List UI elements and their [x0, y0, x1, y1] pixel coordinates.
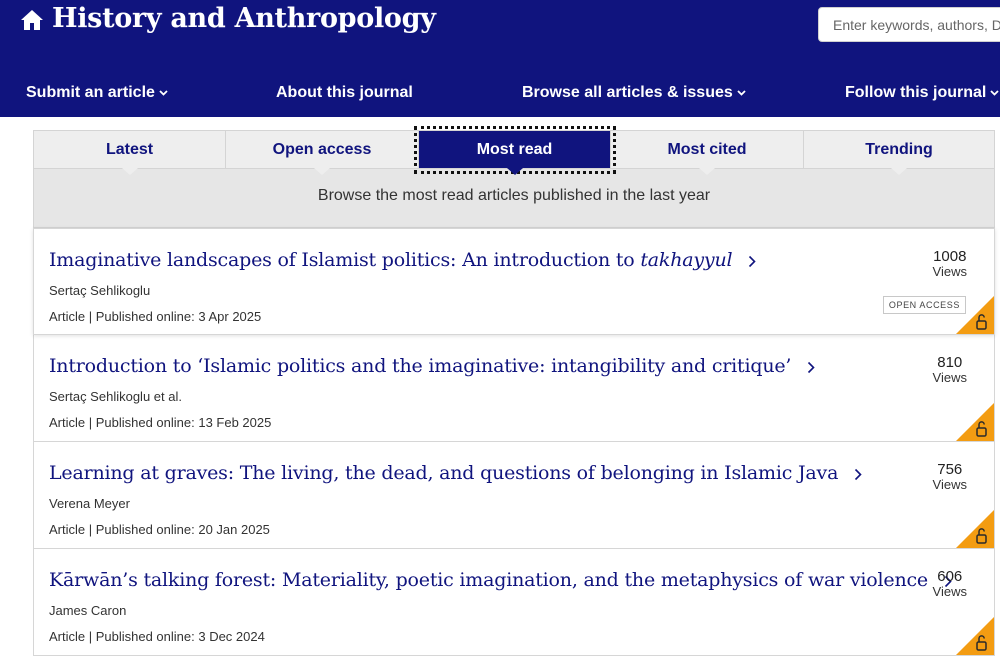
article-title-text: Kārwān’s talking forest: Materiality, po… — [49, 569, 928, 591]
article-author[interactable]: Sertaç Sehlikoglu — [49, 283, 150, 298]
article-title-link[interactable]: Introduction to ‘Islamic politics and th… — [49, 355, 815, 377]
main-nav: Submit an article About this journal Bro… — [0, 84, 1000, 110]
open-access-lock-icon — [956, 403, 994, 441]
views-counter: 756 Views — [932, 461, 967, 492]
views-count: 756 — [937, 461, 963, 478]
article-author[interactable]: Verena Meyer — [49, 496, 130, 511]
nav-item-label: Browse all articles & issues — [522, 84, 733, 101]
open-access-lock-icon — [956, 510, 994, 548]
journal-title[interactable]: History and Anthropology — [52, 3, 436, 34]
search-box[interactable] — [818, 7, 1000, 42]
views-counter: 606 Views — [932, 568, 967, 599]
tab-most-read[interactable]: Most read — [414, 126, 616, 175]
chevron-down-icon — [990, 90, 999, 96]
views-count: 606 — [937, 568, 963, 585]
site-header: History and Anthropology Submit an artic… — [0, 0, 1000, 117]
article-tabs-panel: Latest Open access Most read Most cited … — [33, 126, 995, 228]
list-item: Imaginative landscapes of Islamist polit… — [33, 228, 995, 335]
tab-notch — [699, 168, 715, 175]
views-label: Views — [932, 264, 967, 279]
views-count: 810 — [937, 354, 963, 371]
tab-label: Most read — [476, 140, 553, 158]
list-item: Kārwān’s talking forest: Materiality, po… — [33, 549, 995, 656]
chevron-right-icon — [854, 468, 862, 480]
home-icon[interactable] — [20, 9, 44, 31]
list-item: Introduction to ‘Islamic politics and th… — [33, 335, 995, 442]
tab-label: Open access — [272, 140, 372, 158]
article-author[interactable]: Sertaç Sehlikoglu et al. — [49, 389, 182, 404]
views-count: 1008 — [933, 248, 967, 265]
nav-follow-journal[interactable]: Follow this journal — [845, 84, 999, 102]
tab-notch — [121, 168, 138, 175]
article-title-link[interactable]: Imaginative landscapes of Islamist polit… — [49, 249, 756, 271]
tab-notch — [314, 168, 330, 175]
tab-label: Most cited — [667, 140, 747, 158]
open-access-lock-icon — [956, 296, 994, 334]
nav-submit-article[interactable]: Submit an article — [26, 84, 168, 102]
views-counter: 1008 Views — [932, 248, 967, 279]
views-label: Views — [932, 370, 967, 385]
journal-brand[interactable]: History and Anthropology — [20, 3, 436, 34]
tab-label: Trending — [865, 140, 933, 158]
chevron-down-icon — [159, 90, 168, 96]
article-meta: Article | Published online: 3 Apr 2025 — [49, 309, 262, 324]
tab-description: Browse the most read articles published … — [317, 187, 711, 204]
open-access-lock-icon — [956, 617, 994, 655]
nav-item-label: Follow this journal — [845, 84, 987, 101]
tab-latest[interactable]: Latest — [34, 131, 226, 175]
nav-item-label: Submit an article — [26, 84, 155, 101]
tab-trending[interactable]: Trending — [804, 131, 994, 175]
article-author[interactable]: James Caron — [49, 603, 126, 618]
list-item: Learning at graves: The living, the dead… — [33, 442, 995, 549]
tab-notch — [506, 168, 523, 175]
chevron-right-icon — [808, 361, 815, 373]
tab-label: Latest — [105, 140, 154, 158]
tab-open-access[interactable]: Open access — [226, 131, 419, 175]
article-meta: Article | Published online: 20 Jan 2025 — [49, 522, 270, 537]
views-label: Views — [932, 477, 967, 492]
article-meta: Article | Published online: 3 Dec 2024 — [49, 629, 265, 644]
nav-about-journal[interactable]: About this journal — [276, 84, 413, 102]
chevron-right-icon — [749, 255, 756, 267]
article-title-italic: takhayyul — [640, 249, 733, 271]
article-title-link[interactable]: Learning at graves: The living, the dead… — [49, 462, 862, 484]
tab-most-cited[interactable]: Most cited — [611, 131, 804, 175]
views-label: Views — [932, 584, 967, 599]
article-title-text: Learning at graves: The living, the dead… — [49, 462, 839, 484]
article-list: Imaginative landscapes of Islamist polit… — [33, 228, 995, 656]
nav-item-label: About this journal — [276, 84, 413, 101]
chevron-down-icon — [737, 90, 746, 96]
nav-browse-articles[interactable]: Browse all articles & issues — [522, 84, 746, 102]
views-counter: 810 Views — [932, 354, 967, 385]
article-meta: Article | Published online: 13 Feb 2025 — [49, 415, 272, 430]
search-input[interactable] — [819, 8, 1000, 41]
open-access-badge: OPEN ACCESS — [882, 296, 966, 314]
article-title-link[interactable]: Kārwān’s talking forest: Materiality, po… — [49, 569, 952, 591]
article-title-text: Imaginative landscapes of Islamist polit… — [49, 249, 641, 271]
tab-notch — [891, 168, 907, 175]
article-title-text: Introduction to ‘Islamic politics and th… — [49, 355, 792, 377]
